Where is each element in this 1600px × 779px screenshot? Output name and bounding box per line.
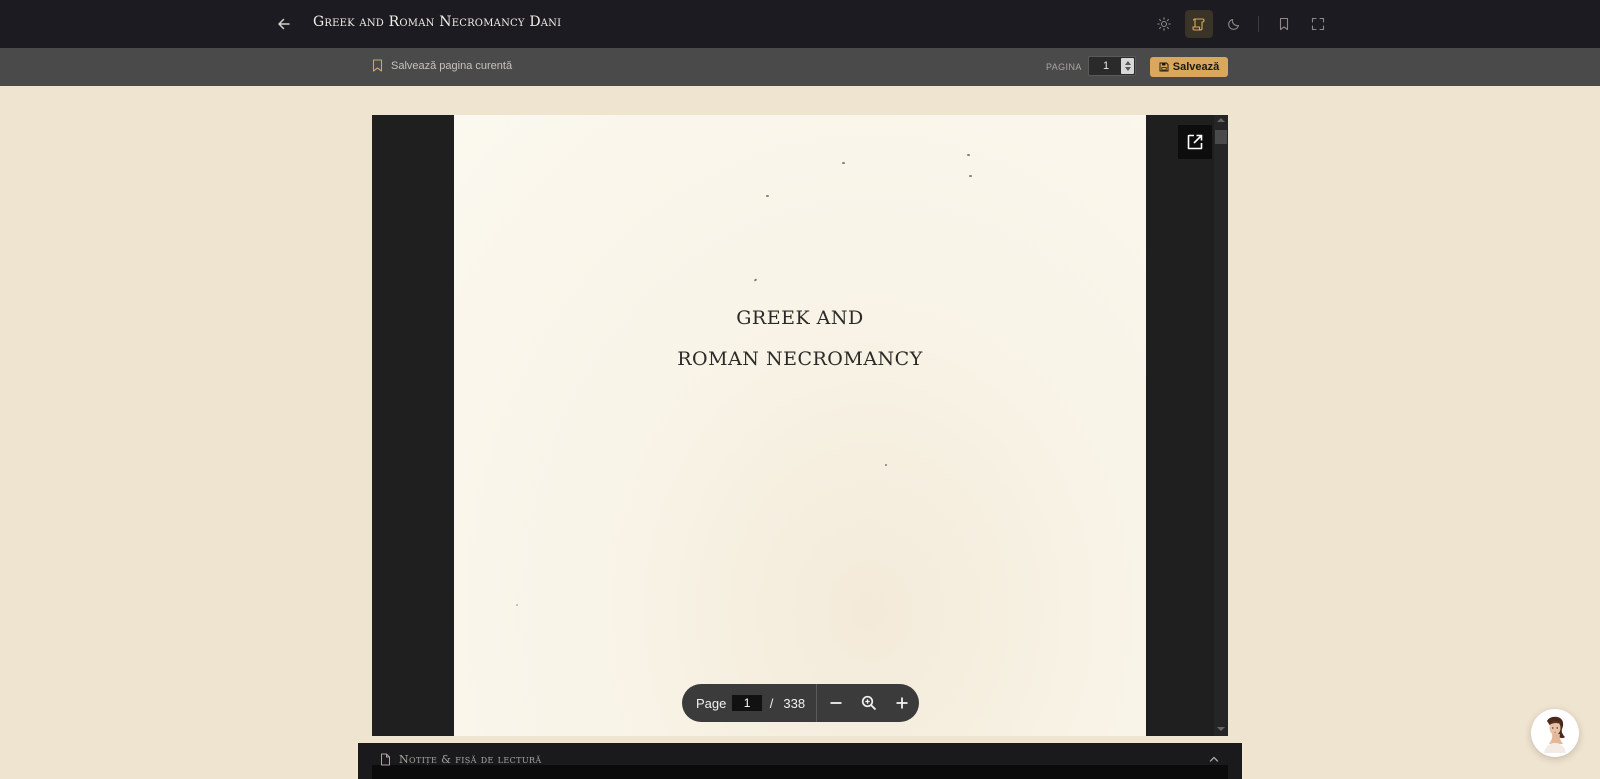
- minus-icon: [830, 702, 842, 704]
- zoom-out-button[interactable]: [819, 684, 852, 722]
- zoom-fit-button[interactable]: [852, 684, 885, 722]
- scroll-down-arrow-icon[interactable]: [1217, 727, 1225, 731]
- pdf-title-line-2: ROMAN NECROMANCY: [677, 348, 923, 370]
- back-button[interactable]: [272, 12, 296, 36]
- notes-panel-body: [372, 765, 1228, 779]
- pdf-page: GREEK AND ROMAN NECROMANCY: [454, 115, 1146, 736]
- pdf-page-label: Page: [696, 695, 727, 711]
- notes-panel-label: Notițe & fișă de lectură: [399, 753, 542, 766]
- save-current-page-link[interactable]: Salvează pagina curentă: [372, 59, 512, 72]
- pdf-page-controls: Page 1 / 338: [682, 684, 919, 722]
- page-number-stepper[interactable]: [1121, 58, 1134, 74]
- zoom-in-button[interactable]: [886, 684, 919, 722]
- page-label: PAGINA: [1046, 62, 1082, 72]
- fullscreen-icon: [1311, 17, 1325, 31]
- pdf-viewer[interactable]: GREEK AND ROMAN NECROMANCY: [372, 115, 1228, 736]
- zoom-icon: [861, 695, 877, 711]
- pdf-page-input[interactable]: 1: [732, 695, 762, 711]
- fullscreen-button[interactable]: [1304, 10, 1332, 38]
- save-button-label: Salvează: [1172, 61, 1220, 73]
- page-save-bar: Salvează pagina curentă PAGINA 1 Salveaz…: [0, 48, 1600, 86]
- notes-collapse-button[interactable]: [1208, 752, 1220, 770]
- scroll-thumb[interactable]: [1215, 130, 1227, 144]
- arrow-left-icon: [278, 18, 290, 30]
- document-title: Greek and Roman Necromancy Dani: [313, 14, 562, 30]
- stepper-down-icon[interactable]: [1124, 67, 1131, 71]
- bookmark-icon: [372, 59, 383, 72]
- sun-icon: [1157, 17, 1171, 31]
- open-in-new-icon: [1187, 134, 1203, 150]
- moon-icon: [1228, 18, 1240, 30]
- open-external-button[interactable]: [1178, 125, 1212, 159]
- assistant-avatar-button[interactable]: [1531, 709, 1579, 757]
- chevron-up-icon: [1209, 756, 1219, 762]
- pdf-total-pages: 338: [783, 695, 806, 711]
- toolbar-divider: [1258, 16, 1259, 32]
- notes-panel: Notițe & fișă de lectură: [358, 743, 1242, 779]
- light-theme-button[interactable]: [1150, 10, 1178, 38]
- pdf-page-separator: /: [769, 695, 774, 711]
- stepper-up-icon[interactable]: [1124, 61, 1131, 65]
- pdf-title-line-1: GREEK AND: [736, 307, 864, 329]
- save-button[interactable]: Salvează: [1150, 57, 1228, 77]
- document-icon: [381, 753, 390, 766]
- bookmark-button[interactable]: [1270, 10, 1298, 38]
- notes-panel-toggle[interactable]: Notițe & fișă de lectură: [380, 753, 542, 766]
- bookmark-icon: [1279, 17, 1289, 31]
- viewer-scrollbar[interactable]: [1214, 115, 1228, 736]
- scroll-up-arrow-icon[interactable]: [1217, 118, 1225, 122]
- floppy-disk-icon: [1159, 62, 1169, 72]
- plus-icon: [896, 697, 908, 709]
- top-bar: Greek and Roman Necromancy Dani: [0, 0, 1600, 48]
- save-current-page-label: Salvează pagina curentă: [391, 59, 513, 72]
- dark-theme-button[interactable]: [1220, 10, 1248, 38]
- sepia-theme-button[interactable]: [1185, 10, 1213, 38]
- scroll-icon: [1192, 18, 1205, 31]
- avatar: [1544, 716, 1566, 753]
- pdf-controls-divider: [816, 684, 818, 722]
